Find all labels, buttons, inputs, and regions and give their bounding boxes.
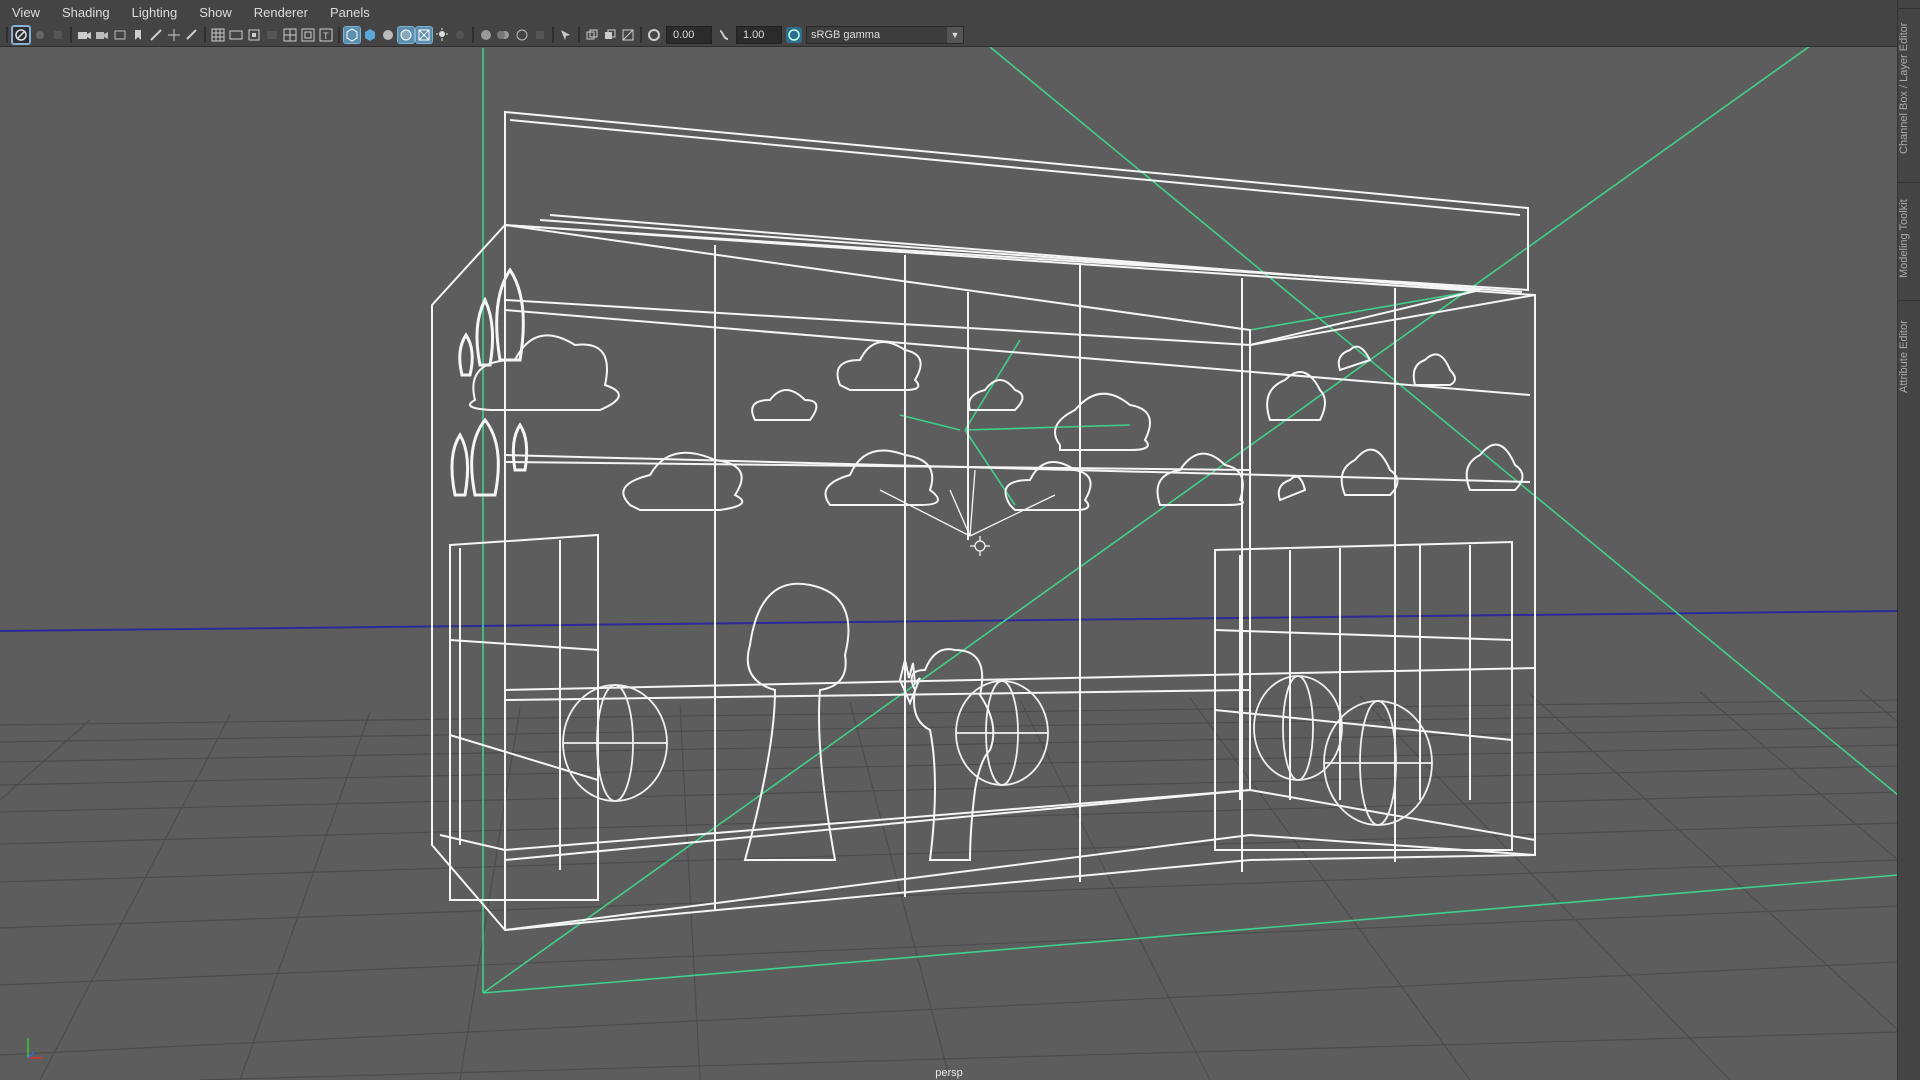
bookmark-icon[interactable] (130, 27, 146, 43)
camera-frustum (482, 47, 1898, 994)
wireframe-on-shaded-icon[interactable] (397, 26, 415, 44)
multisample-aa-icon[interactable] (514, 27, 530, 43)
image-plane-icon[interactable] (112, 27, 128, 43)
toolbar-separator (552, 27, 554, 43)
film-gate-icon[interactable] (228, 27, 244, 43)
grease-pencil-icon[interactable] (148, 27, 164, 43)
menu-view[interactable]: View (0, 5, 50, 20)
select-camera-icon[interactable] (11, 25, 31, 45)
right-dock-tabs: Channel Box / Layer Editor Modeling Tool… (1897, 0, 1920, 1080)
viewport-menubar: View Shading Lighting Show Renderer Pane… (0, 0, 1898, 25)
default-material-icon[interactable] (380, 27, 396, 43)
camera-attributes-icon[interactable] (50, 27, 66, 43)
menu-panels[interactable]: Panels (318, 5, 380, 20)
toolbar-separator (640, 27, 642, 43)
wireframe-icon[interactable] (343, 26, 361, 44)
motion-blur-icon[interactable] (496, 27, 512, 43)
menu-lighting[interactable]: Lighting (120, 5, 188, 20)
chevron-down-icon: ▼ (947, 27, 963, 43)
exposure-field[interactable]: 0.00 (666, 26, 712, 44)
menu-shading[interactable]: Shading (50, 5, 120, 20)
toolbar-separator (204, 27, 206, 43)
xray-icon[interactable] (415, 26, 433, 44)
gate-mask-icon[interactable] (264, 27, 280, 43)
room-wireframe (431, 110, 1536, 932)
xray-active-icon[interactable] (602, 27, 618, 43)
gamma-field[interactable]: 1.00 (736, 26, 782, 44)
2d-pan-zoom-icon[interactable] (166, 27, 182, 43)
exposure-icon[interactable] (646, 27, 662, 43)
toolbar-separator (70, 27, 72, 43)
toolbar-separator (472, 27, 474, 43)
view-axis-icon (27, 1038, 42, 1059)
safe-title-icon[interactable]: T (318, 27, 334, 43)
camera-icon[interactable] (76, 27, 92, 43)
toolbar-separator (6, 27, 8, 43)
color-management-icon[interactable] (786, 27, 802, 43)
svg-text:T: T (323, 31, 329, 41)
view-transform-value: sRGB gamma (811, 29, 881, 41)
smooth-shade-icon[interactable] (362, 27, 378, 43)
xray-joints-icon[interactable] (584, 27, 600, 43)
cloud-cutouts (469, 334, 1524, 511)
gamma-icon[interactable] (716, 27, 732, 43)
camera-lock-icon[interactable] (32, 27, 48, 43)
scene-wireframe (0, 47, 1898, 1080)
horizon-line (0, 610, 1898, 632)
backface-culling-icon[interactable] (620, 27, 636, 43)
bookmark-camera-icon[interactable] (94, 27, 110, 43)
safe-action-icon[interactable] (300, 27, 316, 43)
use-all-lights-icon[interactable] (434, 27, 450, 43)
depth-of-field-icon[interactable] (532, 27, 548, 43)
resolution-gate-icon[interactable] (246, 27, 262, 43)
tab-attribute-editor[interactable]: Attribute Editor (1898, 300, 1920, 413)
isolate-select-icon[interactable] (558, 27, 574, 43)
toolbar-separator (338, 27, 340, 43)
grease-pencil-alt-icon[interactable] (184, 27, 200, 43)
field-chart-icon[interactable] (282, 27, 298, 43)
tab-modeling-toolkit[interactable]: Modeling Toolkit (1898, 182, 1920, 295)
toolbar-separator (578, 27, 580, 43)
view-transform-dropdown[interactable]: sRGB gamma ▼ (806, 26, 964, 44)
menu-renderer[interactable]: Renderer (242, 5, 318, 20)
tab-channel-box[interactable]: Channel Box / Layer Editor (1898, 8, 1920, 167)
viewport-toolbar: T 0.00 1.00 sRGB gamma ▼ (0, 24, 1898, 47)
screen-space-ao-icon[interactable] (478, 27, 494, 43)
ground-grid (0, 689, 1898, 1080)
grid-icon[interactable] (210, 27, 226, 43)
camera-name-label: persp (935, 1067, 963, 1079)
shadows-icon[interactable] (452, 27, 468, 43)
maya-app: View Shading Lighting Show Renderer Pane… (0, 0, 1920, 1080)
3d-viewport[interactable]: persp (0, 47, 1898, 1080)
menu-show[interactable]: Show (187, 5, 242, 20)
